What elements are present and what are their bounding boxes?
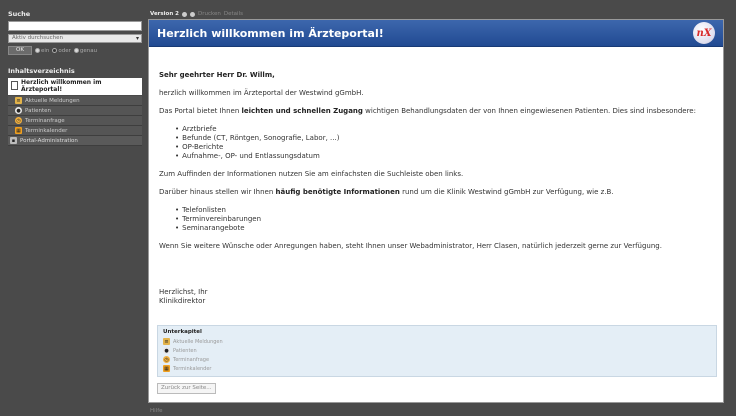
radio-label: genau (79, 47, 98, 54)
emphasis: leichten und schnellen Zugang (241, 107, 363, 115)
radio-ein[interactable]: ein (35, 48, 49, 54)
settings-icon[interactable] (190, 11, 195, 17)
subchapter-link-patienten[interactable]: ● Patienten (163, 346, 711, 355)
greeting: Sehr geehrter Herr Dr. Willm, (159, 71, 275, 79)
sidebar-item-label: Terminkalender (25, 127, 68, 134)
emphasis: häufig benötigte Informationen (275, 188, 400, 196)
text: Das Portal bietet Ihnen (159, 107, 242, 115)
list-item: Telefonlisten (175, 206, 719, 215)
signature: Klinikdirektor (159, 297, 206, 305)
toc-current-page[interactable]: Herzlich willkommen im Ärzteportal! (8, 78, 142, 95)
paragraph: Wenn Sie weitere Wünsche oder Anregungen… (159, 242, 662, 250)
patient-icon: ● (15, 107, 22, 114)
list-item: Terminvereinbarungen (175, 215, 719, 224)
toc-title: Inhaltsverzeichnis (8, 67, 75, 75)
radio-dot (35, 48, 40, 53)
toc-current-label: Herzlich willkommen im Ärzteportal! (21, 79, 102, 93)
calendar-icon: ▦ (163, 365, 170, 372)
info-list: Telefonlisten Terminvereinbarungen Semin… (175, 206, 719, 233)
calendar-icon: ▦ (15, 127, 22, 134)
sidebar-item-terminkalender[interactable]: ▦ Terminkalender (8, 126, 142, 136)
news-icon: ≡ (15, 97, 22, 104)
list-item: Aufnahme-, OP- und Entlassungsdatum (175, 152, 719, 161)
page-banner: Herzlich willkommen im Ärzteportal! nX (149, 20, 723, 47)
search-options: OK ein oder genau (8, 46, 142, 55)
radio-label: ein (41, 47, 50, 54)
list-item: Seminarangebote (175, 224, 719, 233)
admin-icon: ▪ (10, 137, 17, 144)
text: wichtigen Behandlungsdaten der von Ihnen… (362, 107, 696, 115)
search-title: Suche (8, 10, 31, 18)
search-scope-select[interactable]: Aktiv durchsuchen ▾ (8, 34, 142, 43)
version-bar: Version 2 Drucken Details (150, 10, 243, 18)
subchapter-link-aktuelle-meldungen[interactable]: ≡ Aktuelle Meldungen (163, 337, 711, 346)
text: Darüber hinaus stellen wir Ihnen (159, 188, 276, 196)
paragraph: Zum Auffinden der Informationen nutzen S… (159, 170, 464, 178)
search-ok-button[interactable]: OK (8, 46, 32, 55)
back-button[interactable]: Zurück zur Seite... (157, 383, 216, 394)
print-link[interactable]: Drucken (198, 11, 221, 17)
logo: nX (693, 22, 715, 44)
sidebar-item-label: Portal-Administration (20, 137, 78, 144)
text: rund um die Klinik Westwind gGmbH zur Ve… (399, 188, 614, 196)
paragraph: herzlich willkommen im Ärzteportal der W… (159, 89, 364, 97)
search-input[interactable] (8, 21, 142, 31)
closing: Herzlichst, Ihr (159, 288, 208, 296)
document-list: Arztbriefe Befunde (CT, Röntgen, Sonogra… (175, 125, 719, 161)
paragraph: Das Portal bietet Ihnen leichten und sch… (159, 107, 719, 116)
subchapter-link-terminkalender[interactable]: ▦ Terminkalender (163, 364, 711, 373)
list-item: Befunde (CT, Röntgen, Sonografie, Labor,… (175, 134, 719, 143)
sidebar: Suche Aktiv durchsuchen ▾ OK ein oder ge… (8, 10, 142, 146)
sidebar-item-label: Patienten (25, 107, 52, 114)
clock-icon: ◷ (163, 356, 170, 363)
sidebar-item-aktuelle-meldungen[interactable]: ≡ Aktuelle Meldungen (8, 96, 142, 106)
chevron-down-icon: ▾ (135, 35, 139, 42)
radio-oder[interactable]: oder (52, 48, 71, 54)
sidebar-item-label: Aktuelle Meldungen (25, 97, 80, 104)
sidebar-item-terminanfrage[interactable]: ◷ Terminanfrage (8, 116, 142, 126)
version-label: Version 2 (150, 11, 179, 17)
subchapter-box: Unterkapitel ≡ Aktuelle Meldungen ● Pati… (157, 325, 717, 377)
radio-label: oder (58, 47, 71, 54)
list-item: Arztbriefe (175, 125, 719, 134)
subchapter-title: Unterkapitel (163, 329, 202, 335)
footer-help-link[interactable]: Hilfe (150, 408, 163, 414)
patient-icon: ● (163, 347, 170, 354)
radio-dot (52, 48, 58, 53)
radio-dot (73, 48, 79, 53)
subchapter-link-label: Terminanfrage (173, 356, 210, 363)
news-icon: ≡ (163, 338, 170, 345)
subchapter-link-label: Terminkalender (173, 365, 212, 372)
details-link[interactable]: Details (224, 11, 243, 17)
settings-icon[interactable] (182, 11, 187, 17)
sidebar-item-portal-administration[interactable]: ▪ Portal-Administration (8, 136, 142, 146)
page-title: Herzlich willkommen im Ärzteportal! (157, 27, 384, 40)
search-scope-value: Aktiv durchsuchen (12, 35, 63, 41)
welcome-letter: Sehr geehrter Herr Dr. Willm, herzlich w… (159, 71, 719, 306)
paragraph: Darüber hinaus stellen wir Ihnen häufig … (159, 188, 719, 197)
list-item: OP-Berichte (175, 143, 719, 152)
subchapter-link-label: Patienten (173, 347, 197, 354)
subchapter-link-terminanfrage[interactable]: ◷ Terminanfrage (163, 355, 711, 364)
sidebar-item-label: Terminanfrage (25, 117, 65, 124)
document-icon (11, 81, 18, 90)
clock-icon: ◷ (15, 117, 22, 124)
content-panel: Herzlich willkommen im Ärzteportal! nX S… (148, 19, 724, 403)
subchapter-link-label: Aktuelle Meldungen (173, 338, 223, 345)
sidebar-item-patienten[interactable]: ● Patienten (8, 106, 142, 116)
radio-genau[interactable]: genau (73, 47, 98, 54)
